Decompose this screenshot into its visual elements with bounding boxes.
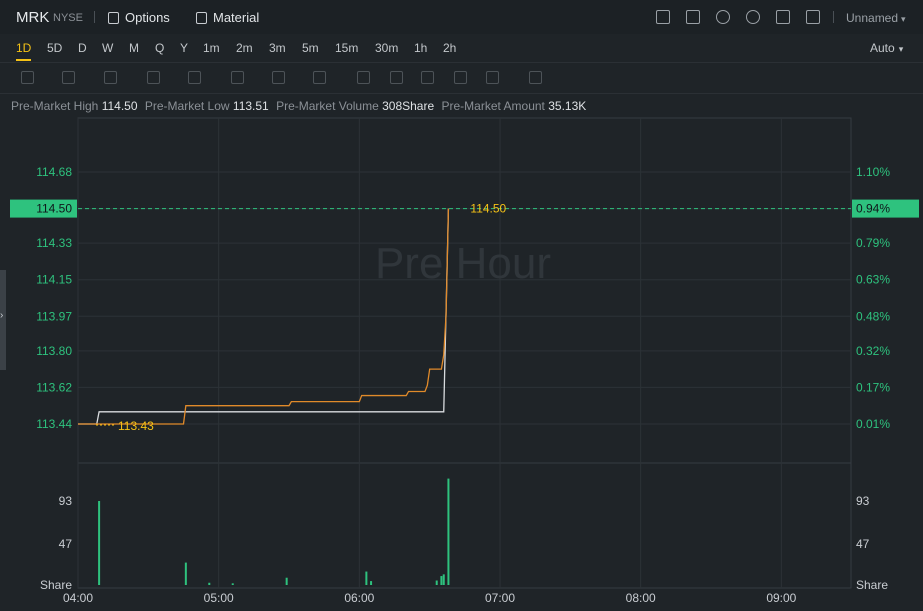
time-tick-label: 04:00 [63,591,93,605]
volume-bar [370,581,373,585]
session-watermark: Pre Hour [375,239,551,288]
percent-tick-label: 0.01% [856,417,890,431]
volume-bar [440,576,443,585]
volume-bars [98,478,450,585]
volume-tick-label: 93 [59,494,73,508]
time-tick-label: 05:00 [204,591,234,605]
time-axis: 04:00 05:00 06:00 07:00 08:00 09:00 [63,591,797,605]
low-annotation: 113.43 [118,419,154,433]
volume-bar [447,478,450,585]
price-tick-label: 114.33 [36,236,72,250]
volume-tick-label-right: 47 [856,537,870,551]
volume-bar [365,571,368,585]
high-annotation: 114.50 [470,202,506,216]
percent-tick-label: 0.17% [856,380,890,394]
price-tick-label: 113.97 [36,309,72,323]
volume-tick-label-right: Share [856,578,888,592]
price-tick-label: 113.80 [36,344,72,358]
time-tick-label: 09:00 [766,591,796,605]
volume-bar [98,501,101,585]
volume-bar [285,577,288,585]
volume-bar [435,580,438,585]
price-tick-label: 114.68 [36,165,72,179]
percent-tick-label: 1.10% [856,165,890,179]
price-chart[interactable]: Pre Hour 114.68 114.33 114.15 113.97 113.80 1… [0,0,923,611]
volume-bar [208,582,211,585]
price-tick-label: 113.44 [36,417,72,431]
volume-bar [184,562,187,585]
volume-tick-label-right: 93 [856,494,870,508]
chart-grid [77,117,852,589]
volume-tick-label: Share [40,578,72,592]
time-tick-label: 06:00 [344,591,374,605]
percent-tick-label: 0.63% [856,273,890,287]
time-tick-label: 08:00 [626,591,656,605]
volume-tick-label: 47 [59,537,73,551]
time-tick-label: 07:00 [485,591,515,605]
percent-tick-label: 0.32% [856,344,890,358]
percent-tick-label: 0.48% [856,309,890,323]
volume-bar [231,583,234,585]
volume-axis: 93 93 47 47 Share Share [40,494,888,592]
current-price-label: 114.50 [36,202,72,216]
current-percent-label: 0.94% [856,202,890,216]
plot-frame [77,117,852,589]
price-tick-label: 114.15 [36,273,72,287]
price-tick-label: 113.62 [36,380,72,394]
volume-bar [442,574,445,585]
percent-tick-label: 0.79% [856,236,890,250]
